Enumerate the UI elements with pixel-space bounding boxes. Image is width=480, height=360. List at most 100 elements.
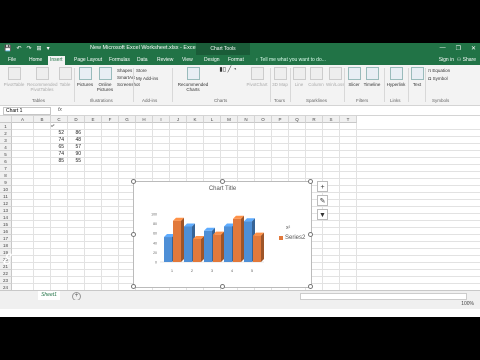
column-header-b[interactable]: B [34, 116, 51, 123]
smartart-button[interactable]: SmartArt [117, 75, 137, 80]
chart-legend[interactable]: Series2 [279, 235, 305, 241]
cell-c5[interactable]: 74 [48, 151, 64, 158]
column-header-i[interactable]: I [153, 116, 170, 123]
sparkline-line-button[interactable]: Line [292, 67, 306, 87]
bar-series2-1[interactable] [173, 220, 181, 262]
share-button[interactable]: ⚇ Share [457, 57, 476, 63]
chart-object[interactable]: Chart Title 100 80 60 40 20 0 1 2 3 4 5 x² Series2 [131, 179, 313, 289]
timeline-button[interactable]: Timeline [362, 67, 382, 87]
bar-series2-4[interactable] [233, 218, 241, 262]
row-header-15[interactable]: 15 [0, 221, 12, 228]
chart-type-gallery[interactable]: ▮▯ ╱ ◔ [213, 67, 243, 73]
tab-format[interactable]: Format [226, 56, 246, 65]
chart-resize-handle[interactable] [220, 179, 225, 184]
column-header-o[interactable]: O [255, 116, 272, 123]
chart-filters-button[interactable]: ▼ [317, 209, 328, 220]
column-header-k[interactable]: K [187, 116, 204, 123]
cell-c4[interactable]: 65 [48, 144, 64, 151]
screenshot-button[interactable]: Screenshot [117, 82, 140, 87]
row-header-4[interactable]: 4 [0, 144, 12, 151]
my-addins-button[interactable]: My Add-ins [136, 76, 166, 81]
horizontal-scrollbar[interactable] [300, 293, 467, 300]
tab-page-layout[interactable]: Page Layout [72, 56, 104, 65]
fx-icon[interactable]: fx [58, 107, 62, 113]
row-header-23[interactable]: 23 [0, 277, 12, 284]
row-header-22[interactable]: 22 [0, 270, 12, 277]
cell-d3[interactable]: 48 [65, 137, 81, 144]
shapes-button[interactable]: Shapes [117, 68, 137, 73]
cell-c1[interactable]: x² [51, 123, 67, 128]
column-header-r[interactable]: R [306, 116, 323, 123]
row-header-11[interactable]: 11 [0, 193, 12, 200]
row-header-1[interactable]: 1 [0, 123, 12, 130]
cell-d5[interactable]: 90 [65, 151, 81, 158]
column-header-a[interactable]: A [12, 116, 34, 123]
tell-me-search[interactable]: ♀ Tell me what you want to do... [255, 57, 326, 63]
store-button[interactable]: Store [136, 68, 166, 73]
row-header-2[interactable]: 2 [0, 130, 12, 137]
cell-c2[interactable]: 52 [48, 130, 64, 137]
worksheet-grid[interactable]: ABCDEFGHIJKLMNOPQRST 1 2 3 4 5 6 7 8 9 10 11 12 13 14… [0, 116, 480, 291]
row-header-10[interactable]: 10 [0, 186, 12, 193]
row-header-13[interactable]: 13 [0, 207, 12, 214]
restore-button[interactable]: ❐ [456, 45, 461, 52]
recommended-charts-button[interactable]: Recommended Charts [175, 67, 211, 92]
row-header-16[interactable]: 16 [0, 228, 12, 235]
column-header-m[interactable]: M [221, 116, 238, 123]
column-header-t[interactable]: T [340, 116, 357, 123]
online-pictures-button[interactable]: Online Pictures [95, 67, 115, 92]
tab-formulas[interactable]: Formulas [107, 56, 132, 65]
column-header-d[interactable]: D [68, 116, 85, 123]
row-header-6[interactable]: 6 [0, 158, 12, 165]
tab-file[interactable]: File [6, 56, 18, 65]
column-header-s[interactable]: S [323, 116, 340, 123]
undo-icon[interactable]: ↶ [16, 45, 21, 52]
recommended-pivottables-button[interactable]: Recommended PivotTables [27, 67, 58, 92]
form-icon[interactable]: ⊞ [37, 45, 42, 52]
bar-series1-3[interactable] [204, 230, 212, 262]
row-header-18[interactable]: 18 [0, 242, 12, 249]
bar-series2-5[interactable] [253, 235, 261, 262]
select-all-corner[interactable] [0, 116, 12, 123]
bar-series2-3[interactable] [213, 234, 221, 262]
bar-series1-1[interactable] [164, 237, 172, 262]
row-header-17[interactable]: 17 [0, 235, 12, 242]
bar-series1-5[interactable] [244, 221, 252, 262]
pivotchart-button[interactable]: PivotChart [246, 67, 268, 87]
cell-d2[interactable]: 86 [65, 130, 81, 137]
column-header-h[interactable]: H [136, 116, 153, 123]
zoom-level[interactable]: 100% [461, 301, 474, 307]
chart-resize-handle[interactable] [220, 284, 225, 289]
chart-resize-handle[interactable] [131, 179, 136, 184]
close-button[interactable]: ✕ [471, 45, 476, 52]
column-header-n[interactable]: N [238, 116, 255, 123]
chart-resize-handle[interactable] [131, 284, 136, 289]
column-header-g[interactable]: G [119, 116, 136, 123]
row-header-3[interactable]: 3 [0, 137, 12, 144]
sparkline-winloss-button[interactable]: Win/Loss [326, 67, 345, 87]
save-icon[interactable]: 💾 [4, 45, 11, 52]
tab-data[interactable]: Data [135, 56, 150, 65]
tab-review[interactable]: Review [155, 56, 175, 65]
sparkline-column-button[interactable]: Column [307, 67, 325, 87]
sign-in-link[interactable]: Sign in [439, 57, 454, 63]
cell-d4[interactable]: 57 [65, 144, 81, 151]
cell-c3[interactable]: 74 [48, 137, 64, 144]
row-header-8[interactable]: 8 [0, 172, 12, 179]
chart-resize-handle[interactable] [131, 232, 136, 237]
row-header-7[interactable]: 7 [0, 165, 12, 172]
3d-map-button[interactable]: 3D Map [272, 67, 288, 87]
column-header-p[interactable]: P [272, 116, 289, 123]
column-header-j[interactable]: J [170, 116, 187, 123]
column-header-c[interactable]: C [51, 116, 68, 123]
row-header-12[interactable]: 12 [0, 200, 12, 207]
table-button[interactable]: Table [58, 67, 72, 87]
chart-styles-button[interactable]: ✎ [317, 195, 328, 206]
tab-view[interactable]: View [180, 56, 195, 65]
cell-d6[interactable]: 55 [65, 158, 81, 165]
column-header-e[interactable]: E [85, 116, 102, 123]
column-header-l[interactable]: L [204, 116, 221, 123]
chart-resize-handle[interactable] [308, 232, 313, 237]
minimize-button[interactable]: — [440, 45, 446, 52]
text-button[interactable]: Text [410, 67, 424, 87]
